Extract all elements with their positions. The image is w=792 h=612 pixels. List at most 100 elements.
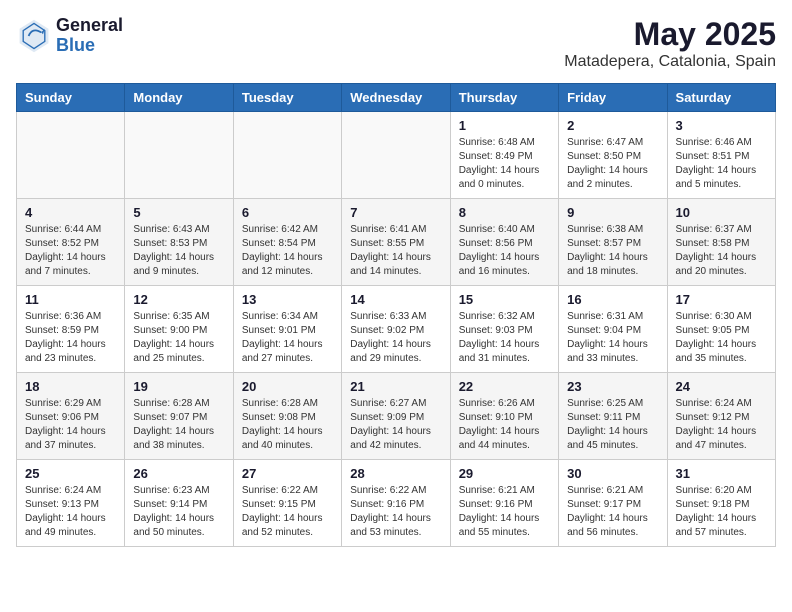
day-number: 10	[676, 205, 767, 220]
day-info: Sunrise: 6:29 AM Sunset: 9:06 PM Dayligh…	[25, 397, 116, 453]
calendar-cell: 13 Sunrise: 6:34 AM Sunset: 9:01 PM Dayli…	[233, 286, 341, 373]
day-info: Sunrise: 6:32 AM Sunset: 9:03 PM Dayligh…	[459, 310, 550, 366]
day-info: Sunrise: 6:25 AM Sunset: 9:11 PM Dayligh…	[567, 397, 658, 453]
calendar-cell: 20 Sunrise: 6:28 AM Sunset: 9:08 PM Dayli…	[233, 373, 341, 460]
day-info: Sunrise: 6:26 AM Sunset: 9:10 PM Dayligh…	[459, 397, 550, 453]
day-info: Sunrise: 6:27 AM Sunset: 9:09 PM Dayligh…	[350, 397, 441, 453]
day-info: Sunrise: 6:20 AM Sunset: 9:18 PM Dayligh…	[676, 484, 767, 540]
calendar-cell: 22 Sunrise: 6:26 AM Sunset: 9:10 PM Dayli…	[450, 373, 558, 460]
day-header-wednesday: Wednesday	[342, 84, 450, 112]
day-info: Sunrise: 6:46 AM Sunset: 8:51 PM Dayligh…	[676, 136, 767, 192]
day-info: Sunrise: 6:28 AM Sunset: 9:07 PM Dayligh…	[133, 397, 224, 453]
day-number: 17	[676, 292, 767, 307]
calendar-cell: 15 Sunrise: 6:32 AM Sunset: 9:03 PM Dayli…	[450, 286, 558, 373]
day-number: 18	[25, 379, 116, 394]
day-info: Sunrise: 6:35 AM Sunset: 9:00 PM Dayligh…	[133, 310, 224, 366]
calendar-cell: 23 Sunrise: 6:25 AM Sunset: 9:11 PM Dayli…	[559, 373, 667, 460]
day-number: 22	[459, 379, 550, 394]
calendar-cell: 24 Sunrise: 6:24 AM Sunset: 9:12 PM Dayli…	[667, 373, 775, 460]
day-number: 19	[133, 379, 224, 394]
calendar-cell	[17, 112, 125, 199]
calendar-cell: 14 Sunrise: 6:33 AM Sunset: 9:02 PM Dayli…	[342, 286, 450, 373]
day-info: Sunrise: 6:30 AM Sunset: 9:05 PM Dayligh…	[676, 310, 767, 366]
logo-text: General Blue	[56, 16, 123, 56]
calendar-cell: 21Sunrise: 6:27 AM Sunset: 9:09 PM Dayli…	[342, 373, 450, 460]
day-number: 6	[242, 205, 333, 220]
day-header-friday: Friday	[559, 84, 667, 112]
day-number: 27	[242, 466, 333, 481]
calendar-cell: 19 Sunrise: 6:28 AM Sunset: 9:07 PM Dayli…	[125, 373, 233, 460]
calendar-week-row: 25 Sunrise: 6:24 AM Sunset: 9:13 PM Dayli…	[17, 460, 776, 547]
day-number: 25	[25, 466, 116, 481]
day-number: 13	[242, 292, 333, 307]
day-number: 20	[242, 379, 333, 394]
day-number: 3	[676, 118, 767, 133]
calendar-cell: 10 Sunrise: 6:37 AM Sunset: 8:58 PM Dayli…	[667, 199, 775, 286]
calendar-cell: 26Sunrise: 6:23 AM Sunset: 9:14 PM Dayli…	[125, 460, 233, 547]
calendar-cell: 12 Sunrise: 6:35 AM Sunset: 9:00 PM Dayli…	[125, 286, 233, 373]
calendar-cell: 1 Sunrise: 6:48 AM Sunset: 8:49 PM Daylig…	[450, 112, 558, 199]
calendar-title: May 2025	[564, 16, 776, 53]
calendar-cell: 9Sunrise: 6:38 AM Sunset: 8:57 PM Daylig…	[559, 199, 667, 286]
calendar-cell: 17 Sunrise: 6:30 AM Sunset: 9:05 PM Dayli…	[667, 286, 775, 373]
calendar-cell: 3 Sunrise: 6:46 AM Sunset: 8:51 PM Daylig…	[667, 112, 775, 199]
day-number: 16	[567, 292, 658, 307]
calendar-cell: 31 Sunrise: 6:20 AM Sunset: 9:18 PM Dayli…	[667, 460, 775, 547]
calendar-week-row: 11Sunrise: 6:36 AM Sunset: 8:59 PM Dayli…	[17, 286, 776, 373]
calendar-cell: 29Sunrise: 6:21 AM Sunset: 9:16 PM Dayli…	[450, 460, 558, 547]
day-info: Sunrise: 6:41 AM Sunset: 8:55 PM Dayligh…	[350, 223, 441, 279]
day-header-monday: Monday	[125, 84, 233, 112]
logo-general: General	[56, 16, 123, 36]
calendar-subtitle: Matadepera, Catalonia, Spain	[564, 53, 776, 71]
day-number: 23	[567, 379, 658, 394]
day-info: Sunrise: 6:37 AM Sunset: 8:58 PM Dayligh…	[676, 223, 767, 279]
page-header: General Blue May 2025 Matadepera, Catalo…	[16, 16, 776, 71]
calendar-week-row: 1 Sunrise: 6:48 AM Sunset: 8:49 PM Daylig…	[17, 112, 776, 199]
day-number: 30	[567, 466, 658, 481]
day-info: Sunrise: 6:23 AM Sunset: 9:14 PM Dayligh…	[133, 484, 224, 540]
day-info: Sunrise: 6:24 AM Sunset: 9:12 PM Dayligh…	[676, 397, 767, 453]
day-number: 11	[25, 292, 116, 307]
day-number: 12	[133, 292, 224, 307]
logo: General Blue	[16, 16, 123, 56]
calendar-cell: 30 Sunrise: 6:21 AM Sunset: 9:17 PM Dayli…	[559, 460, 667, 547]
day-number: 14	[350, 292, 441, 307]
day-info: Sunrise: 6:40 AM Sunset: 8:56 PM Dayligh…	[459, 223, 550, 279]
day-info: Sunrise: 6:48 AM Sunset: 8:49 PM Dayligh…	[459, 136, 550, 192]
calendar-week-row: 18 Sunrise: 6:29 AM Sunset: 9:06 PM Dayli…	[17, 373, 776, 460]
calendar-cell	[233, 112, 341, 199]
day-info: Sunrise: 6:28 AM Sunset: 9:08 PM Dayligh…	[242, 397, 333, 453]
calendar-cell: 8Sunrise: 6:40 AM Sunset: 8:56 PM Daylig…	[450, 199, 558, 286]
calendar-cell	[125, 112, 233, 199]
day-info: Sunrise: 6:31 AM Sunset: 9:04 PM Dayligh…	[567, 310, 658, 366]
day-number: 29	[459, 466, 550, 481]
day-number: 9	[567, 205, 658, 220]
day-number: 15	[459, 292, 550, 307]
day-number: 2	[567, 118, 658, 133]
calendar-cell: 4Sunrise: 6:44 AM Sunset: 8:52 PM Daylig…	[17, 199, 125, 286]
day-number: 28	[350, 466, 441, 481]
calendar-cell: 11Sunrise: 6:36 AM Sunset: 8:59 PM Dayli…	[17, 286, 125, 373]
calendar-table: SundayMondayTuesdayWednesdayThursdayFrid…	[16, 83, 776, 547]
day-header-saturday: Saturday	[667, 84, 775, 112]
calendar-cell: 5Sunrise: 6:43 AM Sunset: 8:53 PM Daylig…	[125, 199, 233, 286]
day-header-tuesday: Tuesday	[233, 84, 341, 112]
title-section: May 2025 Matadepera, Catalonia, Spain	[564, 16, 776, 71]
day-number: 1	[459, 118, 550, 133]
day-info: Sunrise: 6:33 AM Sunset: 9:02 PM Dayligh…	[350, 310, 441, 366]
day-number: 24	[676, 379, 767, 394]
calendar-cell: 18 Sunrise: 6:29 AM Sunset: 9:06 PM Dayli…	[17, 373, 125, 460]
calendar-week-row: 4Sunrise: 6:44 AM Sunset: 8:52 PM Daylig…	[17, 199, 776, 286]
day-info: Sunrise: 6:34 AM Sunset: 9:01 PM Dayligh…	[242, 310, 333, 366]
calendar-cell	[342, 112, 450, 199]
calendar-cell: 7 Sunrise: 6:41 AM Sunset: 8:55 PM Daylig…	[342, 199, 450, 286]
day-number: 7	[350, 205, 441, 220]
day-info: Sunrise: 6:44 AM Sunset: 8:52 PM Dayligh…	[25, 223, 116, 279]
day-info: Sunrise: 6:24 AM Sunset: 9:13 PM Dayligh…	[25, 484, 116, 540]
calendar-cell: 2Sunrise: 6:47 AM Sunset: 8:50 PM Daylig…	[559, 112, 667, 199]
day-number: 31	[676, 466, 767, 481]
calendar-cell: 27Sunrise: 6:22 AM Sunset: 9:15 PM Dayli…	[233, 460, 341, 547]
day-info: Sunrise: 6:21 AM Sunset: 9:17 PM Dayligh…	[567, 484, 658, 540]
day-header-thursday: Thursday	[450, 84, 558, 112]
logo-blue: Blue	[56, 36, 123, 56]
